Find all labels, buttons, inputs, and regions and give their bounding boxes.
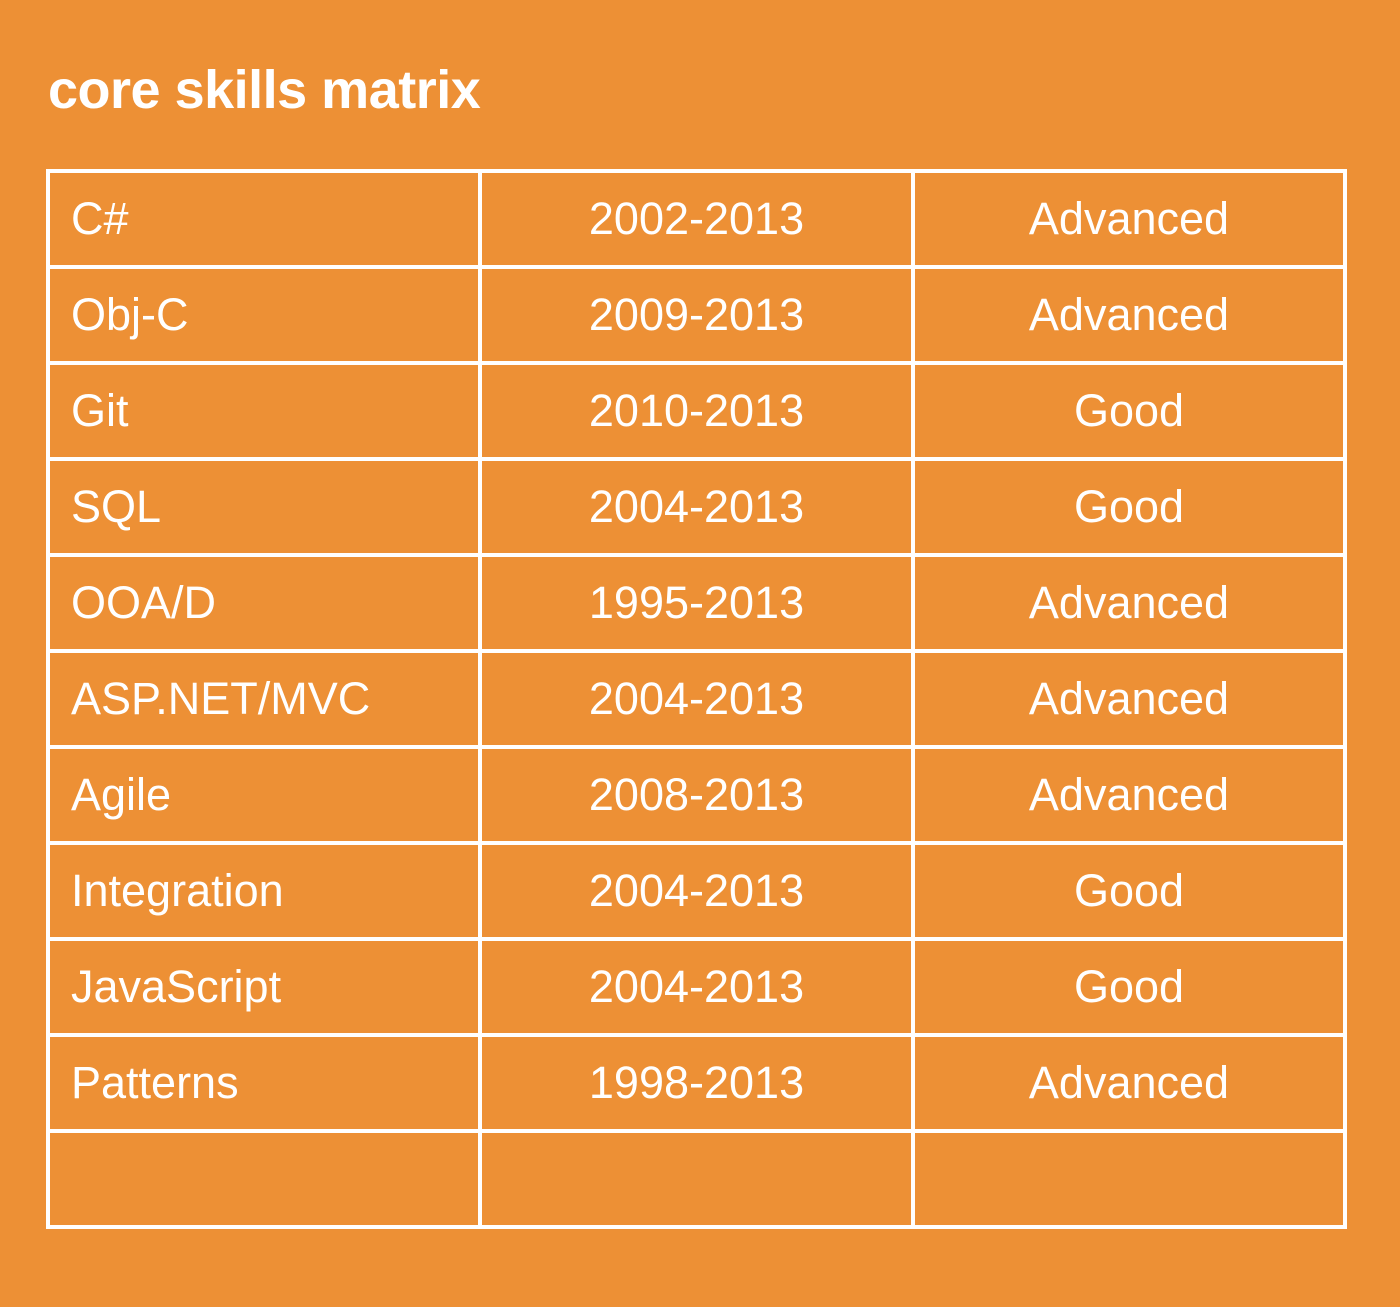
table-row: Integration 2004-2013 Good [46, 841, 1347, 941]
skill-cell: Obj-C [46, 265, 482, 365]
skill-cell: JavaScript [46, 937, 482, 1037]
level-cell: Good [911, 361, 1347, 461]
skills-table: C# 2002-2013 Advanced Obj-C 2009-2013 Ad… [46, 169, 1347, 1229]
level-cell: Advanced [911, 1033, 1347, 1133]
skill-cell: ASP.NET/MVC [46, 649, 482, 749]
years-cell: 2004-2013 [478, 457, 915, 557]
years-cell: 2008-2013 [478, 745, 915, 845]
table-row: Patterns 1998-2013 Advanced [46, 1033, 1347, 1133]
level-cell: Advanced [911, 553, 1347, 653]
years-cell: 2010-2013 [478, 361, 915, 461]
skill-cell [46, 1129, 482, 1229]
years-cell [478, 1129, 915, 1229]
table-row: JavaScript 2004-2013 Good [46, 937, 1347, 1037]
years-cell: 2002-2013 [478, 169, 915, 269]
skill-cell: Git [46, 361, 482, 461]
table-row: Git 2010-2013 Good [46, 361, 1347, 461]
skill-cell: Agile [46, 745, 482, 845]
years-cell: 2004-2013 [478, 937, 915, 1037]
skill-cell: OOA/D [46, 553, 482, 653]
skill-cell: SQL [46, 457, 482, 557]
skill-cell: Integration [46, 841, 482, 941]
table-row: Obj-C 2009-2013 Advanced [46, 265, 1347, 365]
years-cell: 2004-2013 [478, 841, 915, 941]
level-cell: Advanced [911, 265, 1347, 365]
level-cell: Advanced [911, 745, 1347, 845]
page-title: core skills matrix [48, 60, 481, 120]
level-cell: Advanced [911, 649, 1347, 749]
table-row: C# 2002-2013 Advanced [46, 169, 1347, 269]
level-cell: Advanced [911, 169, 1347, 269]
skill-cell: C# [46, 169, 482, 269]
table-row: ASP.NET/MVC 2004-2013 Advanced [46, 649, 1347, 749]
level-cell: Good [911, 937, 1347, 1037]
table-row: Agile 2008-2013 Advanced [46, 745, 1347, 845]
table-row: SQL 2004-2013 Good [46, 457, 1347, 557]
years-cell: 2009-2013 [478, 265, 915, 365]
skill-cell: Patterns [46, 1033, 482, 1133]
table-row: OOA/D 1995-2013 Advanced [46, 553, 1347, 653]
years-cell: 1998-2013 [478, 1033, 915, 1133]
empty-table-row [46, 1129, 1347, 1229]
years-cell: 2004-2013 [478, 649, 915, 749]
years-cell: 1995-2013 [478, 553, 915, 653]
level-cell: Good [911, 457, 1347, 557]
level-cell [911, 1129, 1347, 1229]
level-cell: Good [911, 841, 1347, 941]
